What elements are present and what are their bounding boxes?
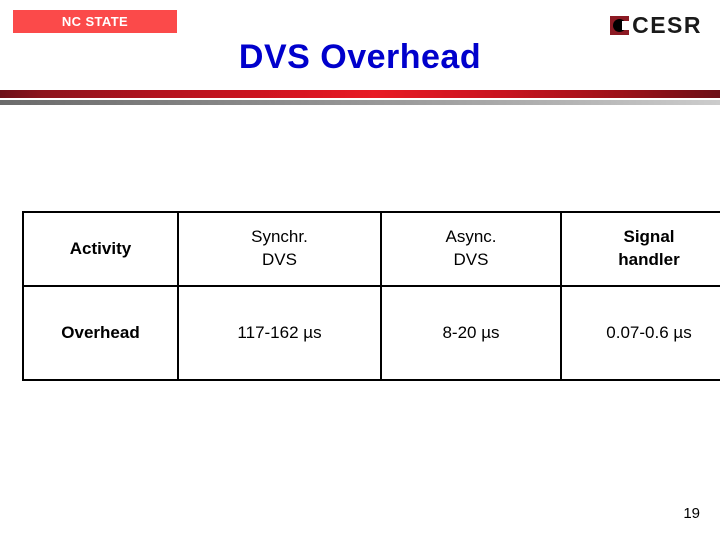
header-label-signal-line2: handler	[618, 250, 680, 269]
cesr-logo: CESR	[610, 12, 702, 38]
divider-red	[0, 90, 720, 98]
value-async-dvs: 8-20 µs	[442, 323, 500, 342]
table-header-row: Activity Synchr. DVS Async. DVS Signal h…	[22, 211, 720, 287]
table-cell-signal-handler-overhead: 0.07-0.6 µs	[560, 285, 720, 381]
divider-gray	[0, 100, 720, 105]
value-synchr-dvs: 117-162 µs	[237, 323, 322, 342]
table-cell-row-label: Overhead	[22, 285, 179, 381]
table-header-cell-activity: Activity	[22, 211, 179, 287]
table-row: Overhead 117-162 µs 8-20 µs 0.07-0.6 µs	[22, 285, 720, 381]
page-title: DVS Overhead	[238, 38, 482, 76]
table-cell-synchr-dvs-overhead: 117-162 µs	[177, 285, 382, 381]
header-label-activity-line1: Activity	[69, 238, 132, 258]
cesr-mark-icon	[610, 15, 630, 35]
table-header-cell-synchr-dvs: Synchr. DVS	[177, 211, 382, 287]
table-cell-async-dvs-overhead: 8-20 µs	[380, 285, 562, 381]
header-label-synchr-line1: Synchr.	[251, 227, 308, 247]
row-label-overhead: Overhead	[61, 323, 140, 342]
table-header-cell-async-dvs: Async. DVS	[380, 211, 562, 287]
page-number: 19	[683, 505, 700, 522]
table-header-cell-signal-handler: Signal handler	[560, 211, 720, 287]
cesr-logo-text: CESR	[632, 11, 702, 38]
header-label-async-line2: DVS	[453, 250, 489, 269]
header-label-synchr-line2: DVS	[262, 250, 297, 269]
slide: NC STATE CESR DVS Overhead Activity Sync…	[0, 0, 720, 540]
header-label-async-line1: Async.	[445, 227, 497, 247]
overhead-table: Activity Synchr. DVS Async. DVS Signal h…	[22, 211, 720, 381]
nc-state-badge: NC STATE	[13, 10, 177, 33]
value-signal-handler: 0.07-0.6 µs	[606, 323, 692, 342]
header-label-signal-line1: Signal	[623, 227, 675, 247]
